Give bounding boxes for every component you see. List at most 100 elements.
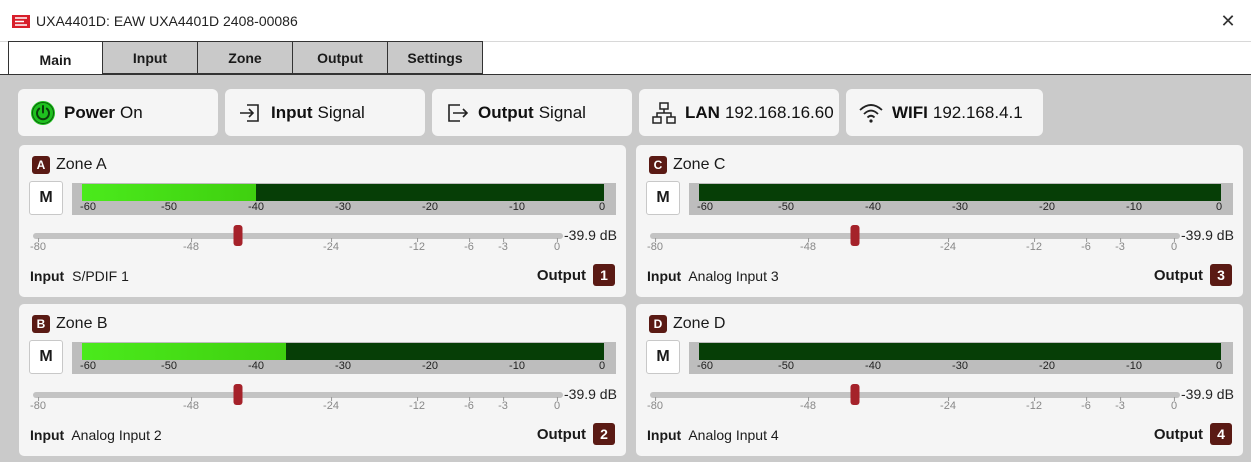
- meter-scale-label: -40: [865, 360, 881, 372]
- input-arrow-icon: [240, 103, 259, 122]
- zone-output-line: Output 4: [1154, 423, 1232, 445]
- slider-scale-label: -24: [323, 397, 339, 412]
- power-label: Power: [64, 102, 116, 122]
- meter-scale-label: -50: [161, 201, 177, 213]
- slider-scale-label: -48: [800, 238, 816, 253]
- slider-scale-label: -6: [464, 397, 474, 412]
- level-meter: -60 -50 -40 -30 -20 -10 0: [689, 342, 1233, 374]
- output-signal-button[interactable]: Output Signal: [432, 89, 632, 136]
- gain-slider[interactable]: -80 -48 -24 -12 -6 -3 0: [647, 384, 1180, 416]
- wifi-status-button[interactable]: WIFI 192.168.4.1: [846, 89, 1043, 136]
- meter-scale-label: -40: [865, 201, 881, 213]
- slider-track[interactable]: [650, 233, 1180, 239]
- gain-slider[interactable]: -80 -48 -24 -12 -6 -3 0: [30, 384, 563, 416]
- tab-output[interactable]: Output: [293, 41, 388, 74]
- slider-scale-label: -12: [409, 397, 425, 412]
- zone-name: Zone A: [56, 156, 107, 173]
- meter-scale-label: -40: [248, 360, 264, 372]
- tab-input[interactable]: Input: [103, 41, 198, 74]
- output-number-badge: 2: [593, 423, 615, 445]
- output-label: Output: [536, 425, 586, 443]
- zone-header: C Zone C: [649, 156, 725, 174]
- slider-scale-label: -6: [1081, 238, 1091, 253]
- input-label: Input: [647, 427, 682, 443]
- zone-letter-badge: B: [32, 315, 50, 333]
- gain-slider[interactable]: -80 -48 -24 -12 -6 -3 0: [30, 225, 563, 257]
- mute-button[interactable]: M: [646, 340, 680, 374]
- zone-name: Zone C: [673, 156, 726, 173]
- slider-scale-label: -80: [647, 397, 663, 412]
- slider-track[interactable]: [33, 233, 563, 239]
- slider-track[interactable]: [650, 392, 1180, 398]
- gain-value: -39.9 dB: [1181, 227, 1234, 243]
- mute-button[interactable]: M: [29, 181, 63, 215]
- slider-scale-label: -6: [1081, 397, 1091, 412]
- zone-letter-badge: A: [32, 156, 50, 174]
- slider-thumb[interactable]: [850, 225, 860, 246]
- output-number-badge: 4: [1210, 423, 1232, 445]
- slider-scale-label: -24: [940, 238, 956, 253]
- wifi-icon: [859, 103, 883, 123]
- slider-thumb[interactable]: [233, 384, 243, 405]
- meter-scale-label: -50: [778, 360, 794, 372]
- meter-scale-label: -20: [1039, 360, 1055, 372]
- tab-main[interactable]: Main: [8, 41, 103, 75]
- slider-scale-label: -6: [464, 238, 474, 253]
- meter-fill: [82, 343, 287, 360]
- meter-scale-label: -20: [422, 201, 438, 213]
- zone-input-line: Input Analog Input 4: [647, 427, 779, 443]
- mute-button[interactable]: M: [29, 340, 63, 374]
- zone-letter-badge: C: [649, 156, 667, 174]
- gain-value: -39.9 dB: [1181, 386, 1234, 402]
- output-label: Output: [536, 266, 586, 284]
- lan-value: 192.168.16.60: [724, 102, 834, 122]
- slider-scale-label: -12: [1026, 238, 1042, 253]
- output-number-badge: 1: [593, 264, 615, 286]
- meter-scale-label: -40: [248, 201, 264, 213]
- input-source: Analog Input 3: [688, 268, 779, 284]
- level-meter: -60 -50 -40 -30 -20 -10 0: [72, 342, 616, 374]
- meter-scale-label: 0: [1215, 360, 1223, 372]
- zone-panel-a: A Zone A M -60 -50 -40 -30 -20 -10 0 -80 -48 -24…: [19, 145, 626, 297]
- meter-scale-label: -30: [952, 360, 968, 372]
- gain-slider[interactable]: -80 -48 -24 -12 -6 -3 0: [647, 225, 1180, 257]
- meter-scale-label: -30: [952, 201, 968, 213]
- meter-scale-label: -10: [509, 201, 525, 213]
- power-status-button[interactable]: Power On: [18, 89, 218, 136]
- level-meter: -60 -50 -40 -30 -20 -10 0: [72, 183, 616, 215]
- meter-scale-label: -60: [697, 201, 713, 213]
- slider-thumb[interactable]: [850, 384, 860, 405]
- slider-scale-label: -48: [800, 397, 816, 412]
- meter-scale-label: -50: [161, 360, 177, 372]
- zone-output-line: Output 2: [537, 423, 615, 445]
- tab-settings[interactable]: Settings: [388, 41, 483, 74]
- input-source: Analog Input 4: [688, 427, 779, 443]
- lan-status-button[interactable]: LAN 192.168.16.60: [639, 89, 839, 136]
- slider-scale-label: -3: [1115, 397, 1125, 412]
- meter-scale-label: -60: [697, 360, 713, 372]
- lan-label: LAN: [685, 102, 720, 122]
- mute-button[interactable]: M: [646, 181, 680, 215]
- zone-output-line: Output 3: [1154, 264, 1232, 286]
- slider-scale-label: -80: [30, 238, 46, 253]
- input-source: Analog Input 2: [71, 427, 162, 443]
- slider-scale-label: 0: [1170, 238, 1178, 253]
- output-arrow-icon: [448, 103, 469, 122]
- meter-scale-label: -60: [80, 201, 96, 213]
- gain-value: -39.9 dB: [564, 227, 617, 243]
- slider-scale-label: -3: [1115, 238, 1125, 253]
- zone-panel-d: D Zone D M -60 -50 -40 -30 -20 -10 0 -80 -48 -24…: [636, 304, 1243, 456]
- input-source: S/PDIF 1: [72, 268, 129, 284]
- slider-thumb[interactable]: [233, 225, 243, 246]
- input-signal-button[interactable]: Input Signal: [225, 89, 425, 136]
- tab-zone[interactable]: Zone: [198, 41, 293, 74]
- slider-scale-label: -24: [940, 397, 956, 412]
- network-icon: [652, 101, 676, 124]
- zone-input-line: Input S/PDIF 1: [30, 268, 129, 284]
- slider-scale-label: -3: [498, 238, 508, 253]
- close-button[interactable]: ✕: [1215, 8, 1241, 34]
- slider-track[interactable]: [33, 392, 563, 398]
- meter-scale-label: -10: [1126, 360, 1142, 372]
- title-bar: UXA4401D: EAW UXA4401D 2408-00086 ✕: [0, 0, 1251, 42]
- slider-scale-label: -24: [323, 238, 339, 253]
